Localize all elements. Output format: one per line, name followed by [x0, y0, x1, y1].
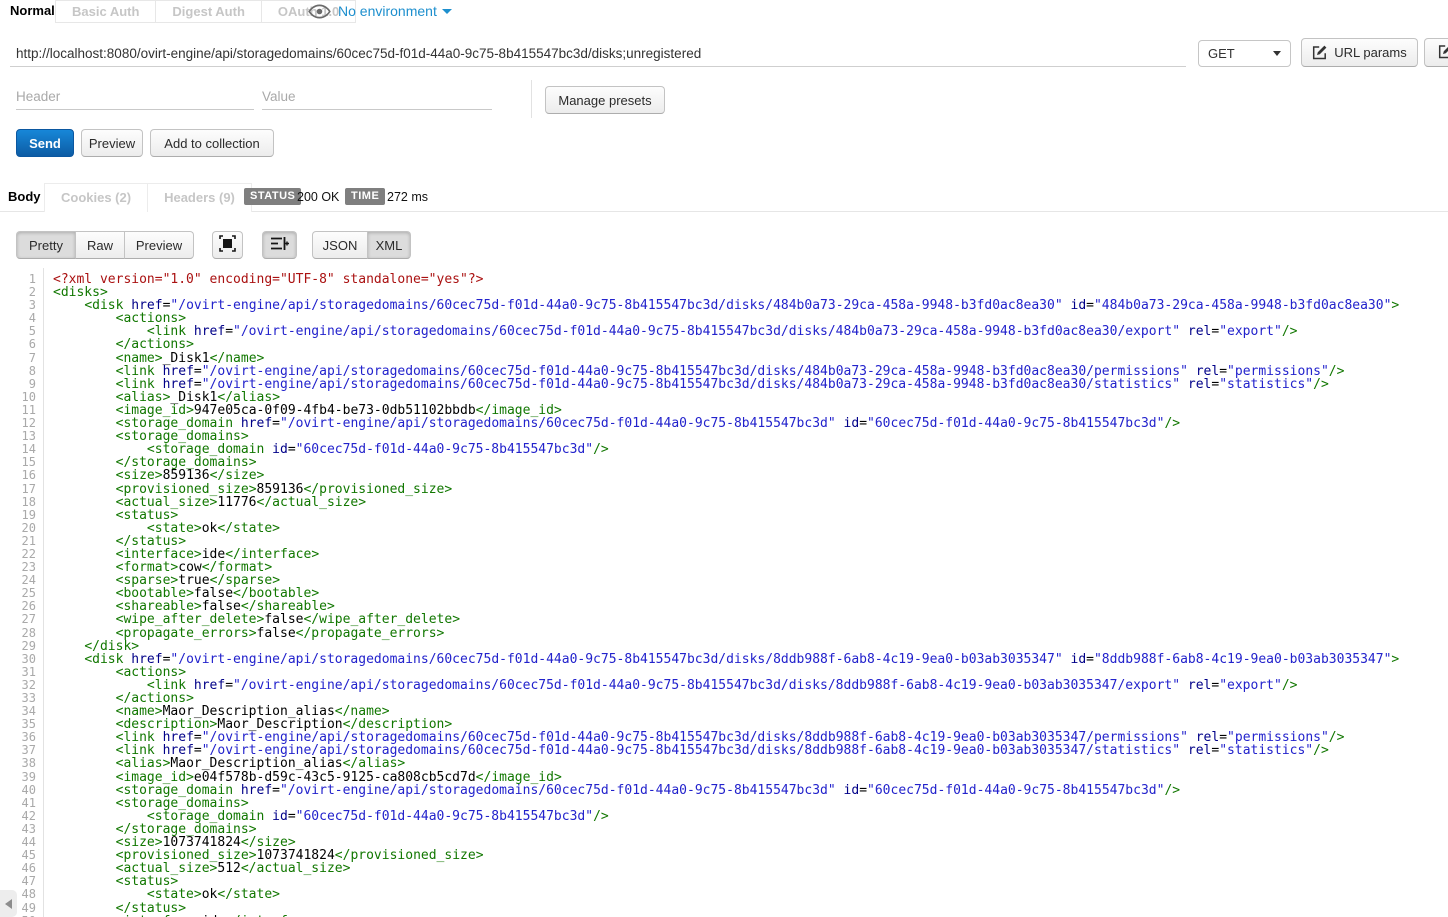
fullscreen-icon [219, 235, 236, 255]
vertical-divider [531, 80, 532, 118]
line-number: 4 [0, 312, 43, 325]
code-lines: <?xml version="1.0" encoding="UTF-8" sta… [45, 268, 1448, 917]
raw-button[interactable]: Raw [75, 231, 125, 259]
line-wrap-button[interactable] [262, 231, 297, 259]
tab-body[interactable]: Body [8, 189, 41, 204]
time-value: 272 ms [387, 190, 428, 204]
method-select[interactable]: GET [1198, 40, 1291, 67]
tab-cookies[interactable]: Cookies (2) [45, 184, 147, 212]
eye-icon[interactable] [308, 4, 331, 24]
line-number: 42 [0, 810, 43, 823]
code-line: <storage_domain id="60cec75d-f01d-44a0-9… [53, 810, 1448, 823]
tab-normal[interactable]: Normal [10, 3, 55, 18]
code-line: <storage_domain id="60cec75d-f01d-44a0-9… [53, 443, 1448, 456]
code-line: <?xml version="1.0" encoding="UTF-8" sta… [53, 273, 1448, 286]
code-line: <storage_domain href="/ovirt-engine/api/… [53, 417, 1448, 430]
line-number: 28 [0, 627, 43, 640]
method-value: GET [1208, 46, 1235, 61]
wrap-group [262, 231, 297, 259]
manage-presets-button[interactable]: Manage presets [545, 86, 665, 114]
line-number: 3 [0, 299, 43, 312]
line-number: 17 [0, 483, 43, 496]
edit-icon [1438, 44, 1448, 62]
code-line: <propagate_errors>false</propagate_error… [53, 627, 1448, 640]
json-button[interactable]: JSON [312, 231, 368, 259]
environment-selector[interactable]: No environment [338, 3, 452, 19]
line-number: 21 [0, 535, 43, 548]
code-line: <storage_domain href="/ovirt-engine/api/… [53, 784, 1448, 797]
line-number: 10 [0, 391, 43, 404]
line-number: 39 [0, 771, 43, 784]
pretty-button[interactable]: Pretty [16, 231, 76, 259]
format-mode-group: JSON XML [312, 231, 411, 259]
line-number: 30 [0, 653, 43, 666]
maximize-body-button[interactable] [212, 231, 243, 259]
add-to-collection-button[interactable]: Add to collection [150, 129, 274, 157]
line-number: 29 [0, 640, 43, 653]
line-number: 19 [0, 509, 43, 522]
tab-basic-auth[interactable]: Basic Auth [56, 1, 155, 22]
line-number: 16 [0, 469, 43, 482]
request-type-tabbar: Normal Basic Auth Digest Auth OAuth 1.0 … [0, 0, 1448, 23]
time-badge: TIME [345, 188, 385, 205]
environment-label: No environment [338, 3, 437, 19]
chevron-down-icon [1273, 51, 1281, 56]
line-number: 5 [0, 325, 43, 338]
scroll-left-button[interactable] [0, 890, 17, 917]
line-number: 8 [0, 365, 43, 378]
url-params-button[interactable]: URL params [1301, 38, 1418, 67]
line-number: 9 [0, 378, 43, 391]
response-tab-group: Cookies (2) Headers (9) [44, 183, 252, 212]
line-number: 41 [0, 797, 43, 810]
edit-icon [1312, 45, 1327, 60]
url-params-label: URL params [1334, 45, 1406, 60]
line-number: 40 [0, 784, 43, 797]
preview-mode-button[interactable]: Preview [124, 231, 194, 259]
line-number: 38 [0, 757, 43, 770]
line-number: 31 [0, 666, 43, 679]
tab-headers[interactable]: Headers (9) [147, 184, 251, 212]
code-line: <state>ok</state> [53, 522, 1448, 535]
line-number: 20 [0, 522, 43, 535]
line-number: 18 [0, 496, 43, 509]
line-number: 6 [0, 338, 43, 351]
code-line: <link href="/ovirt-engine/api/storagedom… [53, 325, 1448, 338]
xml-button[interactable]: XML [367, 231, 411, 259]
header-name-input[interactable] [16, 84, 254, 110]
scroll-left-arrow-icon [5, 899, 12, 909]
line-number: 1 [0, 273, 43, 286]
status-badge: STATUS [244, 188, 301, 205]
line-number: 7 [0, 352, 43, 365]
code-line: <actual_size>11776</actual_size> [53, 496, 1448, 509]
line-number: 27 [0, 613, 43, 626]
code-line: <link href="/ovirt-engine/api/storagedom… [53, 679, 1448, 692]
line-number-gutter: 1234567891011121314151617181920212223242… [0, 268, 44, 917]
header-value-input[interactable] [262, 84, 492, 110]
chevron-down-icon [442, 9, 452, 14]
send-button[interactable]: Send [16, 129, 74, 157]
code-line: <actual_size>512</actual_size> [53, 862, 1448, 875]
response-tabbar: Body Cookies (2) Headers (9) STATUS 200 … [0, 183, 1448, 212]
url-input[interactable] [10, 41, 1186, 67]
line-wrap-icon [270, 236, 289, 254]
body-view-mode-group: Pretty Raw Preview [16, 231, 194, 259]
rest-client-window: Normal Basic Auth Digest Auth OAuth 1.0 … [0, 0, 1448, 917]
status-value: 200 OK [297, 190, 339, 204]
maximize-group [212, 231, 243, 259]
tab-digest-auth[interactable]: Digest Auth [155, 1, 260, 22]
line-number: 2 [0, 286, 43, 299]
preview-button[interactable]: Preview [81, 129, 143, 157]
edit-request-button[interactable] [1424, 38, 1448, 67]
code-line: <disk href="/ovirt-engine/api/storagedom… [53, 299, 1448, 312]
code-line: <disk href="/ovirt-engine/api/storagedom… [53, 653, 1448, 666]
code-line: <state>ok</state> [53, 888, 1448, 901]
